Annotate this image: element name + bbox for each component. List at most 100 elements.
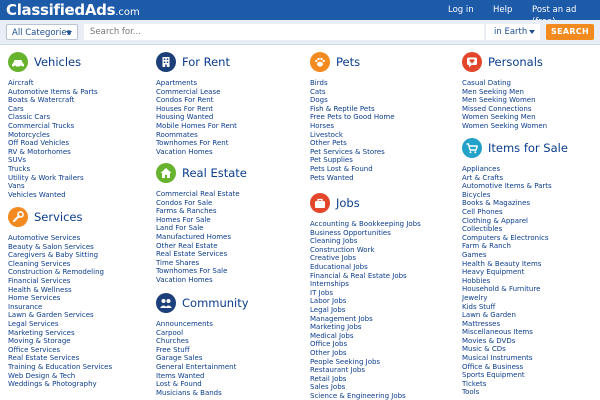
list-item[interactable]: Appliances (462, 165, 552, 174)
list-item[interactable]: Lawn & Garden (462, 311, 552, 320)
list-item[interactable]: Moving & Storage (8, 337, 112, 346)
list-item[interactable]: Computers & Electronics (462, 234, 552, 243)
list-item[interactable]: Musical Instruments (462, 354, 552, 363)
list-item[interactable]: Time Shares (156, 259, 240, 268)
location-select[interactable]: in Earth (486, 24, 540, 40)
list-item[interactable]: Pets Wanted (310, 174, 395, 183)
list-item[interactable]: Miscellaneous Items (462, 328, 552, 337)
list-item[interactable]: Women Seeking Women (462, 122, 547, 131)
list-item[interactable]: Cleaning Jobs (310, 237, 421, 246)
list-item[interactable]: Creative Jobs (310, 254, 421, 263)
list-item[interactable]: Aircraft (8, 79, 98, 88)
list-item[interactable]: Office Jobs (310, 340, 421, 349)
list-item[interactable]: Health & Wellness (8, 286, 112, 295)
list-item[interactable]: Manufactured Homes (156, 233, 240, 242)
list-item[interactable]: Horses (310, 122, 395, 131)
list-item[interactable]: Livestock (310, 131, 395, 140)
section-title[interactable]: Services (34, 210, 83, 224)
list-item[interactable]: Announcements (156, 320, 236, 329)
list-item[interactable]: Casual Dating (462, 79, 547, 88)
list-item[interactable]: Legal Jobs (310, 306, 421, 315)
cart-icon[interactable] (462, 138, 482, 158)
list-item[interactable]: Dogs (310, 96, 395, 105)
list-item[interactable]: Household & Furniture (462, 285, 552, 294)
list-item[interactable]: Music & CDs (462, 345, 552, 354)
list-item[interactable]: Free Pets to Good Home (310, 113, 395, 122)
list-item[interactable]: Vacation Homes (156, 276, 240, 285)
list-item[interactable]: Accounting & Bookkeeping Jobs (310, 220, 421, 229)
list-item[interactable]: Clothing & Apparel (462, 217, 552, 226)
list-item[interactable]: Web Design & Tech (8, 372, 112, 381)
list-item[interactable]: IT Jobs (310, 289, 421, 298)
list-item[interactable]: Mobile Homes For Rent (156, 122, 237, 131)
search-input[interactable] (84, 24, 484, 40)
list-item[interactable]: Farm & Ranch (462, 242, 552, 251)
list-item[interactable]: Hobbies (462, 277, 552, 286)
section-title[interactable]: Personals (488, 55, 543, 69)
list-item[interactable]: Commercial Lease (156, 88, 237, 97)
list-item[interactable]: Men Seeking Women (462, 96, 547, 105)
list-item[interactable]: Art & Crafts (462, 174, 552, 183)
list-item[interactable]: Trucks (8, 165, 98, 174)
list-item[interactable]: Lawn & Garden Services (8, 311, 112, 320)
site-logo[interactable]: ClassifiedAds.com (6, 1, 140, 22)
list-item[interactable]: Cleaning Services (8, 260, 112, 269)
list-item[interactable]: Construction Work (310, 246, 421, 255)
list-item[interactable]: Garage Sales (156, 354, 236, 363)
list-item[interactable]: Business Opportunities (310, 229, 421, 238)
list-item[interactable]: Commercial Real Estate (156, 190, 240, 199)
list-item[interactable]: Heavy Equipment (462, 268, 552, 277)
list-item[interactable]: Women Seeking Men (462, 113, 547, 122)
login-link[interactable]: Log in (448, 4, 474, 16)
list-item[interactable]: Townhomes For Rent (156, 139, 237, 148)
list-item[interactable]: Office & Business (462, 363, 552, 372)
building-icon[interactable] (156, 52, 176, 72)
list-item[interactable]: Labor Jobs (310, 297, 421, 306)
list-item[interactable]: Men Seeking Men (462, 88, 547, 97)
car-icon[interactable] (8, 52, 28, 72)
list-item[interactable]: Land For Sale (156, 224, 240, 233)
list-item[interactable]: SUVs (8, 156, 98, 165)
list-item[interactable]: Construction & Remodeling (8, 268, 112, 277)
list-item[interactable]: Musicians & Bands (156, 389, 236, 398)
list-item[interactable]: Other Real Estate (156, 242, 240, 251)
list-item[interactable]: Townhomes For Sale (156, 267, 240, 276)
list-item[interactable]: Cell Phones (462, 208, 552, 217)
list-item[interactable]: Training & Education Services (8, 363, 112, 372)
list-item[interactable]: Fish & Reptile Pets (310, 105, 395, 114)
list-item[interactable]: Other Pets (310, 139, 395, 148)
list-item[interactable]: Pet Supplies (310, 156, 395, 165)
list-item[interactable]: Games (462, 251, 552, 260)
wrench-icon[interactable] (8, 207, 28, 227)
list-item[interactable]: Internships (310, 280, 421, 289)
list-item[interactable]: Bicycles (462, 191, 552, 200)
section-title[interactable]: Real Estate (182, 166, 247, 180)
briefcase-icon[interactable] (310, 193, 330, 213)
list-item[interactable]: Legal Services (8, 320, 112, 329)
category-select[interactable]: All Categories (6, 24, 78, 40)
section-title[interactable]: Jobs (336, 196, 360, 210)
list-item[interactable]: Financial & Real Estate Jobs (310, 272, 421, 281)
list-item[interactable]: People Seeking Jobs (310, 358, 421, 367)
section-title[interactable]: Pets (336, 55, 360, 69)
list-item[interactable]: Automotive Items & Parts (8, 88, 98, 97)
list-item[interactable]: Financial Services (8, 277, 112, 286)
list-item[interactable]: Items Wanted (156, 372, 236, 381)
list-item[interactable]: Tools (462, 388, 552, 397)
list-item[interactable]: Vacation Homes (156, 148, 237, 157)
list-item[interactable]: Birds (310, 79, 395, 88)
list-item[interactable]: Farms & Ranches (156, 207, 240, 216)
list-item[interactable]: Automotive Services (8, 234, 112, 243)
list-item[interactable]: Lost & Found (156, 380, 236, 389)
list-item[interactable]: Books & Magazines (462, 199, 552, 208)
list-item[interactable]: Pet Services & Stores (310, 148, 395, 157)
list-item[interactable]: Marketing Jobs (310, 323, 421, 332)
list-item[interactable]: Automotive Items & Parts (462, 182, 552, 191)
list-item[interactable]: Carpool (156, 329, 236, 338)
list-item[interactable]: General Entertainment (156, 363, 236, 372)
list-item[interactable]: Free Stuff (156, 346, 236, 355)
list-item[interactable]: Movies & DVDs (462, 337, 552, 346)
section-title[interactable]: Community (182, 296, 249, 310)
list-item[interactable]: Motorcycles (8, 131, 98, 140)
list-item[interactable]: Medical Jobs (310, 332, 421, 341)
